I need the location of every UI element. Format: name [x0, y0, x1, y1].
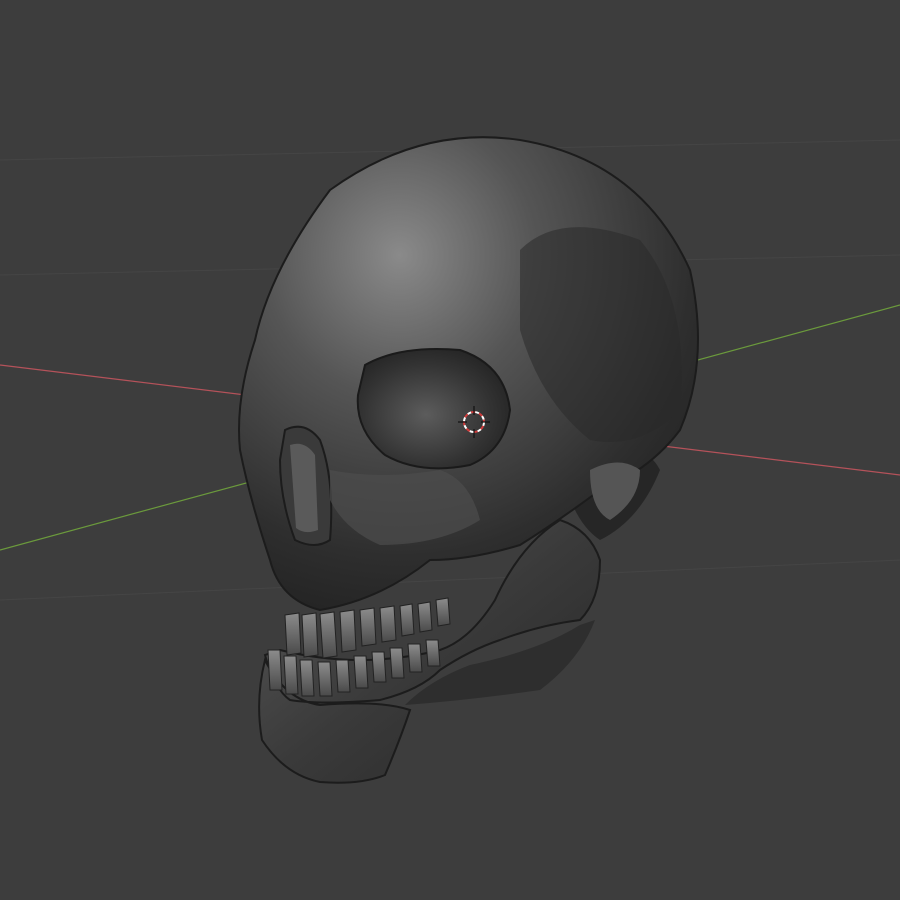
skull-mesh[interactable]: [238, 136, 699, 784]
eye-socket: [356, 348, 512, 470]
viewport-canvas[interactable]: [0, 0, 900, 900]
3d-viewport[interactable]: [0, 0, 900, 900]
